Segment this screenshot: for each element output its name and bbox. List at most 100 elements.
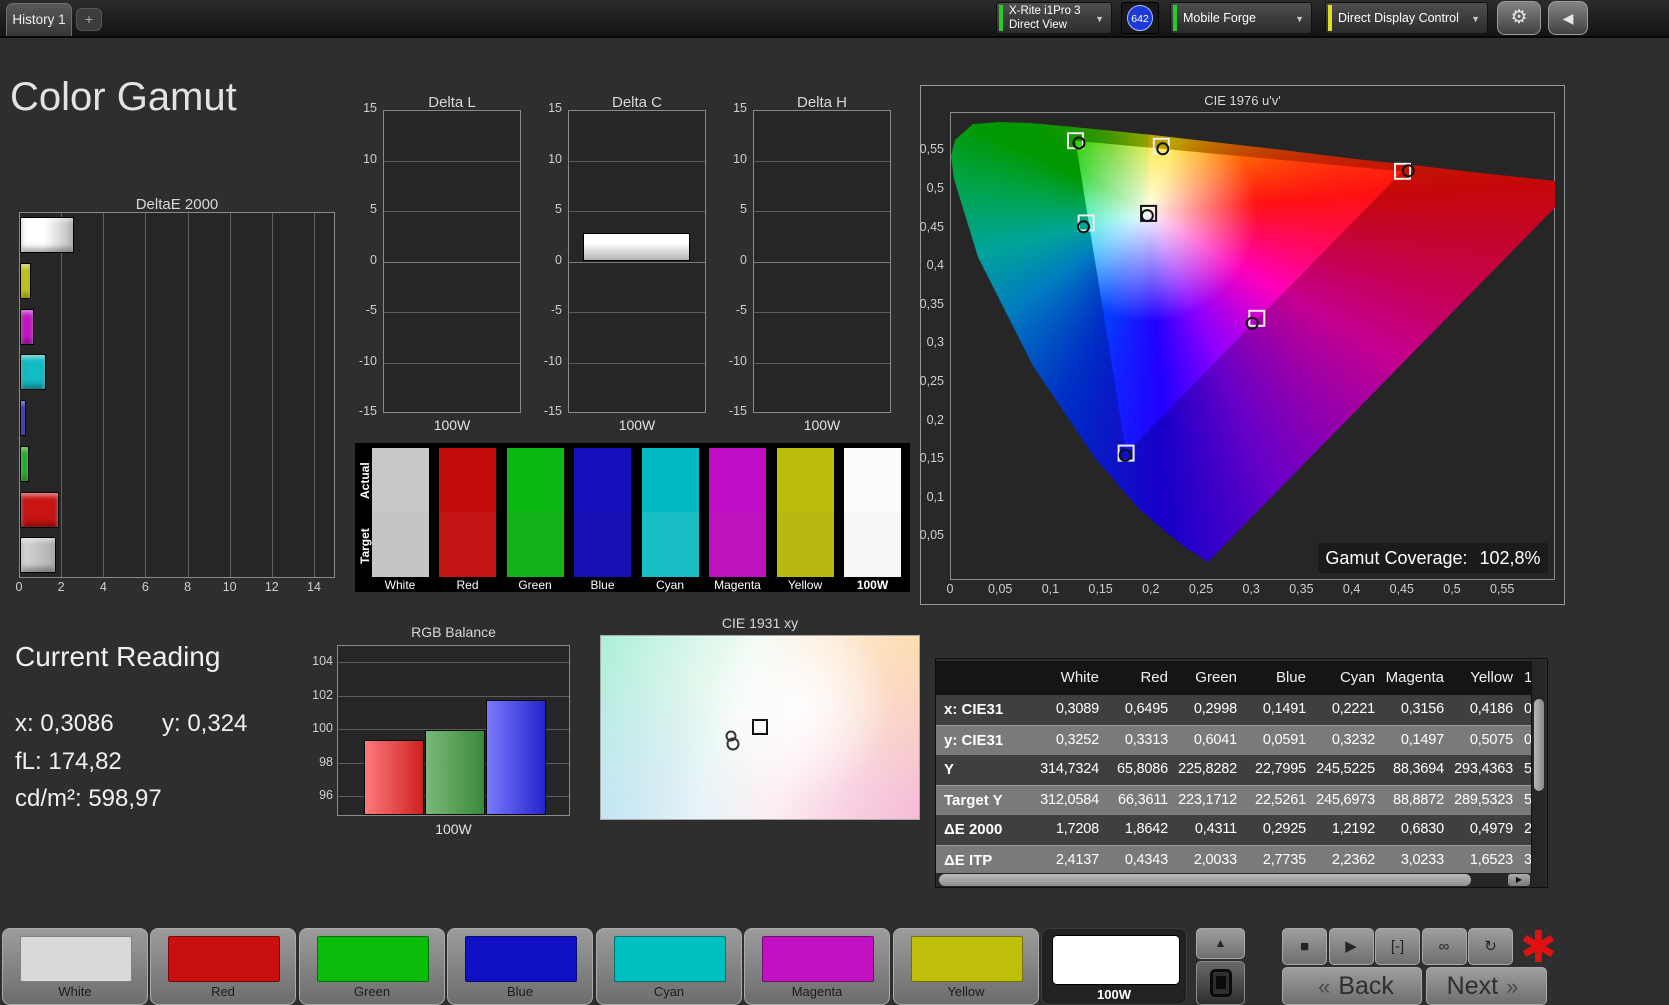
pattern-button-red[interactable]: Red	[150, 928, 296, 1005]
meter-status-strip	[999, 5, 1003, 31]
pattern-label: 100W	[1097, 987, 1131, 1002]
source-status-strip	[1173, 5, 1177, 31]
gamut-coverage-readout: Gamut Coverage: 102,8%	[1318, 543, 1548, 573]
grid-line	[569, 312, 705, 313]
scrollbar-thumb[interactable]	[1533, 699, 1544, 791]
cell-value: 245,5225	[1316, 761, 1375, 777]
pattern-button-yellow[interactable]: Yellow	[893, 928, 1039, 1005]
deltae-x-tick: 4	[99, 580, 107, 594]
stop-icon: ■	[1299, 938, 1310, 955]
pattern-button-magenta[interactable]: Magenta	[744, 928, 890, 1005]
swatch-actual-white	[371, 448, 429, 512]
source-dropdown[interactable]: Mobile Forge ▼	[1170, 2, 1312, 34]
column-header-white: White	[1060, 669, 1099, 686]
swatch-target-blue	[574, 512, 631, 577]
pattern-size-button[interactable]: [-]	[1375, 928, 1420, 965]
row-label: Y	[944, 761, 955, 778]
target-row-label: Target	[358, 528, 372, 564]
actual-row-label: Actual	[358, 462, 372, 500]
swatch-actual-magenta	[709, 448, 766, 512]
cie1931-title: CIE 1931 xy	[721, 615, 799, 631]
pattern-button-green[interactable]: Green	[299, 928, 445, 1005]
add-tab-button[interactable]: +	[76, 8, 102, 31]
tab-history-1[interactable]: History 1	[6, 3, 72, 36]
pattern-window-icon-inner	[1216, 976, 1226, 989]
cell-value: 225,8282	[1178, 761, 1237, 777]
chevron-down-icon: ▼	[1471, 14, 1480, 24]
display-dropdown[interactable]: Direct Display Control ▼	[1325, 2, 1488, 34]
alert-asterisk-icon: ✱	[1520, 923, 1557, 972]
grid-line	[61, 213, 63, 577]
pattern-button-100w[interactable]: 100W	[1041, 928, 1187, 1005]
meter-name: X-Rite i1Pro 3	[1009, 5, 1081, 17]
deltae-bar-100w	[20, 217, 74, 253]
cell-value: 0,4979	[1469, 821, 1513, 837]
stop-button[interactable]: ■	[1282, 928, 1327, 965]
delta-y-tick: -15	[358, 404, 377, 418]
delta-y-tick: -5	[735, 303, 747, 317]
back-button[interactable]: « Back	[1282, 967, 1422, 1005]
cell-value: 0,5075	[1469, 732, 1513, 748]
pattern-swatch	[465, 936, 577, 982]
grid-line	[384, 211, 520, 212]
cell-value: 0,3	[1524, 701, 1531, 717]
deltae-x-tick: 10	[222, 580, 237, 594]
pattern-button-white[interactable]: White	[2, 928, 148, 1005]
cell-value: 1,2192	[1331, 821, 1375, 837]
cell-value: 245,6973	[1316, 792, 1375, 808]
pattern-window-button[interactable]	[1196, 961, 1245, 1005]
cie-x-tick: 0,35	[1289, 582, 1314, 596]
delta-y-tick: -15	[728, 404, 747, 418]
deltae-x-tick: 2	[57, 580, 65, 594]
scroll-right-button[interactable]: ▶	[1508, 874, 1530, 886]
gear-icon[interactable]: ⚙	[1497, 1, 1541, 35]
grid-line	[569, 160, 705, 162]
back-arrow-icon: «	[1318, 974, 1331, 999]
swatch-label: Yellow	[787, 578, 823, 592]
cell-value: 22,5261	[1254, 792, 1306, 808]
display-status-strip	[1328, 5, 1332, 31]
expand-up-button[interactable]: ▲	[1196, 928, 1245, 959]
cell-value: 88,3694	[1392, 761, 1444, 777]
cie-x-tick: 0,5	[1443, 582, 1461, 596]
next-arrow-icon: »	[1506, 974, 1519, 999]
app-root: History 1 + X-Rite i1Pro 3 Direct View ▼…	[0, 0, 1669, 1005]
deltae-bar-cyan	[20, 354, 46, 391]
delta-y-tick: -5	[550, 303, 562, 317]
delta-y-tick: 15	[733, 101, 747, 115]
vertical-scrollbar[interactable]	[1531, 661, 1545, 873]
reading-cdm2: cd/m²: 598,97	[15, 785, 162, 812]
cie-y-tick: 0,15	[919, 451, 944, 466]
collapse-panel-button[interactable]: ◀	[1548, 1, 1588, 35]
delta-y-tick: 10	[548, 151, 562, 166]
grid-line	[569, 211, 705, 212]
grid-line	[569, 362, 705, 364]
rgb-y-tick: 100	[312, 721, 333, 736]
pattern-swatch	[168, 936, 280, 982]
swatch-target-100w	[844, 512, 901, 577]
gamut-coverage-label: Gamut Coverage:	[1325, 548, 1468, 568]
delta-y-tick: 15	[548, 101, 562, 115]
cie1931-diagram	[600, 635, 920, 820]
scrollbar-thumb[interactable]	[939, 874, 1471, 886]
refresh-button[interactable]: ↻	[1468, 928, 1513, 965]
rgb-y-tick: 98	[319, 754, 333, 769]
pattern-label: Blue	[506, 984, 534, 999]
play-button[interactable]: ▶	[1328, 928, 1374, 965]
delta-y-tick: -5	[365, 303, 377, 317]
cell-value: 0,0591	[1262, 732, 1306, 748]
table-content: White Red Green Blue Cyan Magenta Yellow 100W x:…	[936, 659, 1531, 873]
pattern-swatch	[762, 936, 874, 982]
pattern-button-cyan[interactable]: Cyan	[596, 928, 742, 1005]
pattern-button-blue[interactable]: Blue	[447, 928, 593, 1005]
grid-line	[229, 213, 231, 577]
delta-chart-title: Delta C	[611, 94, 663, 111]
loop-button[interactable]: ∞	[1421, 928, 1467, 965]
cell-value: 0,3	[1524, 732, 1531, 748]
back-label: Back	[1338, 972, 1394, 1000]
deltae-bar-yellow	[20, 262, 31, 299]
meter-dropdown[interactable]: X-Rite i1Pro 3 Direct View ▼	[996, 2, 1112, 34]
cell-value: 0,6830	[1400, 821, 1444, 837]
meter-count-badge[interactable]: 642	[1121, 2, 1159, 34]
horizontal-scrollbar[interactable]: ▶	[938, 873, 1545, 887]
